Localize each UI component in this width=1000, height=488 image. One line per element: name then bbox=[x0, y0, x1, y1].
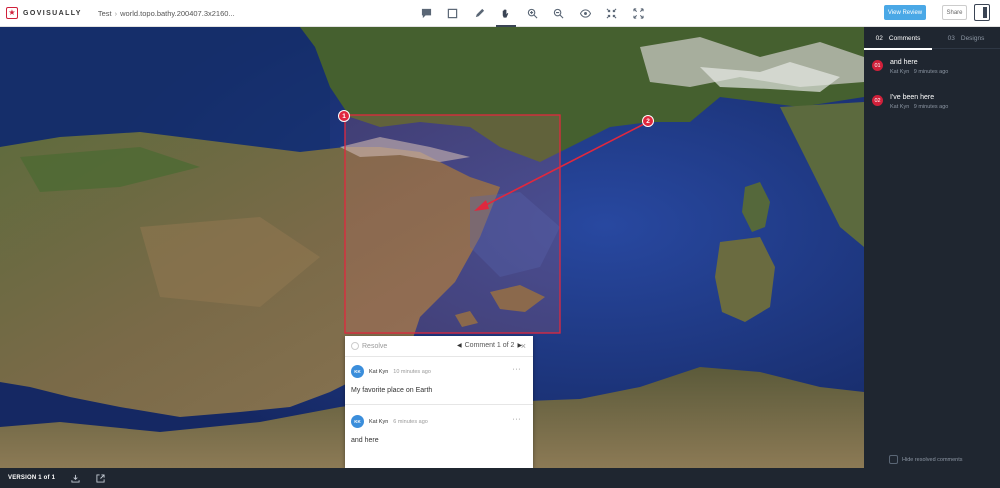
comment-number-badge: 02 bbox=[872, 95, 883, 106]
comment-author: Kat Kyn bbox=[890, 69, 910, 75]
reply-time: 6 minutes ago bbox=[393, 418, 428, 425]
tab-count: 02 bbox=[875, 34, 883, 42]
reply-author-row: KK Kat Kyn 6 minutes ago ··· bbox=[351, 415, 527, 428]
avatar: KK bbox=[351, 415, 364, 428]
comment-body: My favorite place on Earth bbox=[351, 387, 433, 394]
comments-panel: 02 Comments 03 Designs 01 and here Kat K… bbox=[864, 27, 1000, 468]
annotation-marker-1[interactable]: 1 bbox=[338, 110, 350, 122]
expand-arrows-icon bbox=[633, 8, 644, 19]
toggle-sidebar-icon[interactable] bbox=[974, 4, 990, 21]
logo-text: GOVISUALLY bbox=[23, 9, 82, 17]
pen-icon bbox=[475, 8, 484, 18]
resolve-button[interactable]: Resolve bbox=[351, 342, 387, 350]
annotation-rectangle[interactable] bbox=[344, 114, 561, 334]
comment-thread: KK Kat Kyn 10 minutes ago ··· My favorit… bbox=[345, 357, 533, 394]
hide-resolved-label: Hide resolved comments bbox=[902, 456, 963, 463]
download-icon bbox=[71, 474, 80, 483]
logo[interactable]: ★ GOVISUALLY bbox=[6, 7, 82, 19]
comment-number-badge: 01 bbox=[872, 60, 883, 71]
close-icon[interactable]: × bbox=[521, 341, 526, 351]
zoom-out-icon bbox=[554, 8, 564, 19]
comment-author: Kat Kyn bbox=[369, 368, 389, 375]
comment-popup: Resolve ◀ Comment 1 of 2 ▶ × KK Kat Kyn … bbox=[345, 336, 533, 468]
avatar: KK bbox=[351, 365, 364, 378]
fit-to-screen-button[interactable] bbox=[599, 0, 626, 27]
checkbox-icon[interactable] bbox=[889, 455, 898, 464]
pen-tool-button[interactable] bbox=[466, 0, 493, 27]
tab-label: Comments bbox=[888, 34, 921, 42]
tab-comments[interactable]: 02 Comments bbox=[864, 27, 932, 50]
zoom-in-icon bbox=[527, 8, 538, 19]
prev-comment-icon[interactable]: ◀ bbox=[457, 342, 462, 349]
breadcrumb-file: world.topo.bathy.200407.3x2160... bbox=[120, 8, 235, 18]
resolve-label: Resolve bbox=[362, 342, 388, 350]
comment-author-row: KK Kat Kyn 10 minutes ago ··· bbox=[351, 365, 527, 378]
compress-arrows-icon bbox=[606, 8, 617, 19]
open-external-button[interactable] bbox=[96, 473, 105, 483]
bottom-bar: VERSION 1 of 1 bbox=[0, 468, 1000, 488]
marker-number: 2 bbox=[646, 117, 650, 125]
comment-meta: Kat Kyn 9 minutes ago bbox=[890, 69, 1000, 75]
view-review-button[interactable]: View Review bbox=[884, 5, 926, 20]
breadcrumb: Test › world.topo.bathy.200407.3x2160... bbox=[98, 9, 235, 18]
top-bar: ★ GOVISUALLY Test › world.topo.bathy.200… bbox=[0, 0, 1000, 27]
preview-button[interactable] bbox=[572, 0, 599, 27]
comment-time: 9 minutes ago bbox=[913, 69, 949, 75]
marker-number: 1 bbox=[342, 112, 346, 120]
zoom-in-button[interactable] bbox=[519, 0, 546, 27]
comment-time: 9 minutes ago bbox=[913, 104, 949, 110]
comment-author: Kat Kyn bbox=[890, 104, 910, 110]
toolbar bbox=[413, 0, 652, 27]
panel-tabs: 02 Comments 03 Designs bbox=[864, 27, 1000, 50]
breadcrumb-project[interactable]: Test bbox=[98, 9, 112, 18]
comment-tool-button[interactable] bbox=[413, 0, 440, 27]
external-link-icon bbox=[96, 473, 105, 483]
zoom-out-button[interactable] bbox=[546, 0, 573, 27]
download-button[interactable] bbox=[71, 474, 80, 483]
comment-text: and here bbox=[890, 59, 918, 66]
logo-star-icon: ★ bbox=[6, 7, 18, 19]
comment-meta: Kat Kyn 9 minutes ago bbox=[890, 104, 1000, 110]
more-options-icon[interactable]: ··· bbox=[513, 366, 522, 373]
reply-item: KK Kat Kyn 6 minutes ago ··· and here bbox=[345, 404, 533, 444]
eye-icon bbox=[579, 9, 591, 18]
reply-author: Kat Kyn bbox=[369, 418, 389, 425]
tab-label: Designs bbox=[960, 34, 985, 42]
fullscreen-button[interactable] bbox=[625, 0, 652, 27]
breadcrumb-separator-icon: › bbox=[114, 8, 118, 18]
share-button[interactable]: Share bbox=[942, 5, 967, 20]
popup-header: Resolve ◀ Comment 1 of 2 ▶ × bbox=[345, 336, 533, 357]
hand-icon bbox=[503, 9, 509, 18]
comment-time: 10 minutes ago bbox=[393, 368, 431, 375]
rectangle-icon bbox=[448, 8, 458, 19]
comment-text: I've been here bbox=[890, 94, 935, 101]
comment-list-item[interactable]: 02 I've been here Kat Kyn 9 minutes ago bbox=[864, 84, 1000, 119]
speech-bubble-icon bbox=[421, 8, 431, 19]
comment-counter: Comment 1 of 2 bbox=[464, 342, 515, 349]
version-selector[interactable]: VERSION 1 of 1 bbox=[8, 475, 55, 481]
reply-body: and here bbox=[351, 437, 379, 444]
more-options-icon[interactable]: ··· bbox=[513, 416, 522, 423]
comment-navigator: ◀ Comment 1 of 2 ▶ bbox=[454, 342, 525, 349]
pan-tool-button[interactable] bbox=[493, 0, 520, 27]
hide-resolved-toggle[interactable]: Hide resolved comments bbox=[889, 455, 963, 464]
tab-count: 03 bbox=[947, 34, 955, 42]
check-circle-icon bbox=[351, 342, 359, 350]
comment-list-item[interactable]: 01 and here Kat Kyn 9 minutes ago bbox=[864, 49, 1000, 84]
rectangle-tool-button[interactable] bbox=[440, 0, 467, 27]
tab-designs[interactable]: 03 Designs bbox=[932, 27, 1000, 49]
annotation-marker-2[interactable]: 2 bbox=[642, 115, 654, 127]
